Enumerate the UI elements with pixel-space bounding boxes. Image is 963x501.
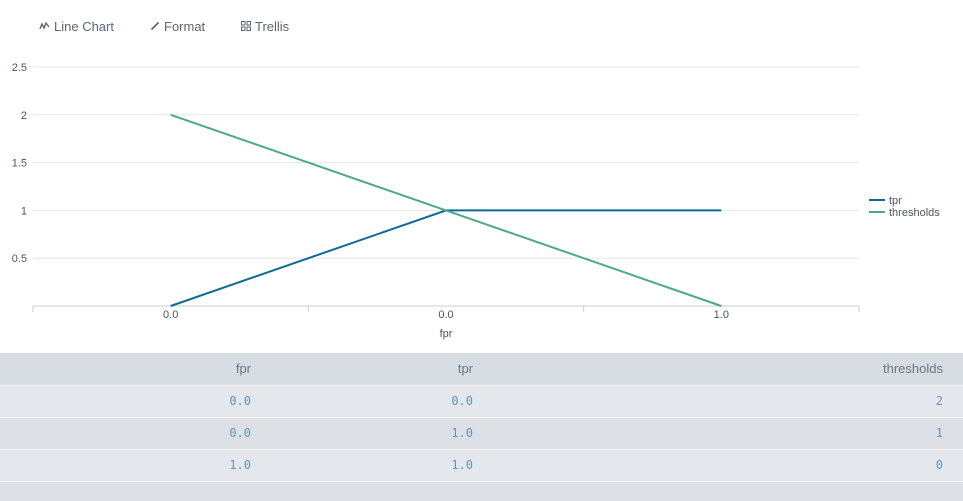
line-chart-label: Line Chart bbox=[54, 18, 114, 34]
table-row-empty bbox=[0, 481, 963, 501]
line-chart-icon bbox=[39, 21, 50, 30]
cell-fpr: 0.0 bbox=[229, 426, 251, 440]
chart-toolbar: Line Chart Format Trellis bbox=[0, 0, 963, 50]
legend: tprthresholds bbox=[869, 195, 940, 219]
format-label: Format bbox=[164, 18, 206, 34]
y-tick-label: 2.5 bbox=[12, 62, 27, 74]
legend-label-tpr[interactable]: tpr bbox=[889, 195, 902, 207]
trellis-label: Trellis bbox=[255, 18, 290, 34]
y-tick-label: 2 bbox=[21, 110, 27, 122]
header-thresholds[interactable]: thresholds bbox=[883, 361, 943, 376]
cell-thresholds: 0 bbox=[935, 458, 943, 472]
table-header: fpr tpr thresholds bbox=[0, 353, 963, 385]
pencil-icon bbox=[150, 21, 160, 31]
cell-thresholds: 2 bbox=[935, 394, 943, 408]
x-axis-title: fpr bbox=[440, 328, 453, 340]
results-table: fpr tpr thresholds 0.0 0.0 2 0.0 1.0 1 1… bbox=[0, 353, 963, 501]
cell-fpr: 1.0 bbox=[229, 458, 251, 472]
table-row: 0.0 1.0 1 bbox=[0, 417, 963, 449]
table-row: 0.0 0.0 2 bbox=[0, 385, 963, 417]
y-tick-label: 1.5 bbox=[12, 158, 27, 170]
legend-label-thresholds[interactable]: thresholds bbox=[889, 207, 940, 219]
line-chart: 0.5 1 1.5 2 2.5 0.0 0.0 1.0 fpr tprthresholds bbox=[12, 62, 941, 340]
x-tick-label: 0.0 bbox=[438, 309, 453, 321]
header-fpr[interactable]: fpr bbox=[236, 361, 251, 376]
cell-tpr: 0.0 bbox=[451, 394, 473, 408]
header-tpr[interactable]: tpr bbox=[458, 361, 473, 376]
x-axis: 0.0 0.0 1.0 bbox=[32, 306, 860, 321]
gridlines bbox=[33, 66, 859, 259]
trellis-button[interactable]: Trellis bbox=[241, 17, 289, 35]
x-tick-label: 1.0 bbox=[714, 309, 729, 321]
format-button[interactable]: Format bbox=[150, 17, 205, 35]
x-tick-label: 0.0 bbox=[163, 309, 178, 321]
y-tick-label: 0.5 bbox=[12, 253, 27, 265]
cell-fpr: 0.0 bbox=[229, 394, 251, 408]
line-chart-button[interactable]: Line Chart bbox=[39, 17, 114, 35]
cell-tpr: 1.0 bbox=[451, 458, 473, 472]
y-tick-label: 1 bbox=[21, 205, 27, 217]
cell-thresholds: 1 bbox=[935, 426, 943, 440]
grid-icon bbox=[241, 21, 251, 31]
table-row: 1.0 1.0 0 bbox=[0, 449, 963, 481]
cell-tpr: 1.0 bbox=[451, 426, 473, 440]
y-axis: 0.5 1 1.5 2 2.5 bbox=[12, 62, 27, 265]
